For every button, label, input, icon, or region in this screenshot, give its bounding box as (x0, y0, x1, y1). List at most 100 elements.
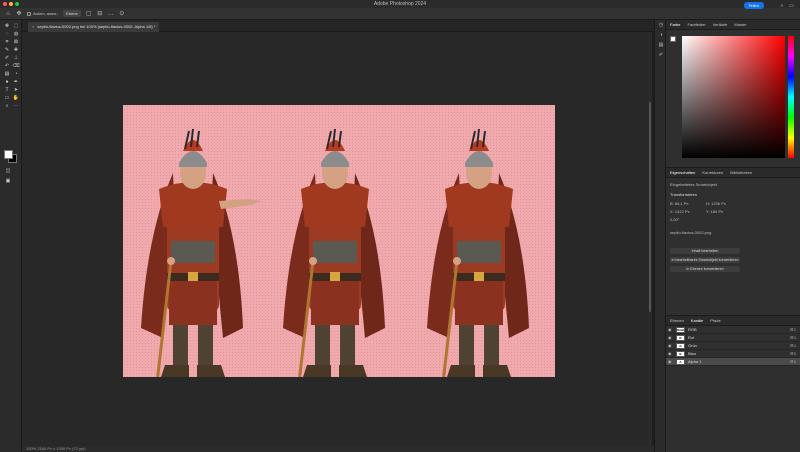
vertical-scrollbar[interactable] (648, 32, 652, 446)
move-icon[interactable]: ✥ (3, 23, 11, 30)
channel-thumbnail: B (676, 350, 685, 357)
channel-thumbnail: G (676, 342, 685, 349)
channel-name: Rot (688, 335, 695, 340)
eyedropper-icon[interactable]: ✎ (3, 47, 11, 54)
color-picker-field[interactable] (682, 36, 785, 158)
foreground-color-swatch[interactable] (4, 150, 13, 159)
3d-mode-icon[interactable]: ⊙ (119, 11, 125, 17)
minimize-icon[interactable] (9, 2, 13, 6)
channel-thumbnail: R (676, 334, 685, 341)
visibility-eye-icon[interactable]: ◉ (668, 327, 673, 332)
convert-to-layers-button[interactable]: In Ebenen konvertieren (670, 266, 740, 272)
channel-shortcut: ⌘2 (789, 327, 796, 332)
crop-icon[interactable]: ⌗ (3, 39, 11, 46)
gradient-icon[interactable]: ▤ (3, 71, 11, 78)
type-icon[interactable]: T (3, 87, 11, 94)
tab-adjustments[interactable]: Korrekturen (702, 170, 723, 175)
home-icon[interactable]: ⌂ (5, 11, 11, 17)
marquee-icon[interactable]: ⬚ (12, 23, 20, 30)
blur-icon[interactable]: ◔ (12, 71, 20, 78)
share-button[interactable]: Teilen (743, 2, 764, 9)
path-select-icon[interactable]: ➤ (12, 87, 20, 94)
tab-paths[interactable]: Pfade (710, 318, 720, 323)
x-field[interactable]: X: 1422 Px (670, 209, 690, 214)
document-tab[interactable]: × septio-flavius-0002.png bei 100% (septi… (28, 22, 160, 32)
screen-mode-icon[interactable]: ▣ (4, 178, 12, 185)
quick-select-icon[interactable]: ◍ (12, 31, 20, 38)
edit-toolbar-icon[interactable]: ⋯ (12, 103, 20, 110)
canvas-workspace[interactable] (22, 32, 652, 446)
tab-channels[interactable]: Kanäle (691, 318, 703, 323)
maximize-icon[interactable] (15, 2, 19, 6)
channel-row[interactable]: ◉ R Rot ⌘3 (666, 334, 800, 342)
layers-panel-tabs: Ebenen Kanäle Pfade (666, 316, 800, 326)
shape-icon[interactable]: ▭ (3, 95, 11, 102)
channel-row[interactable]: ◉ B Blau ⌘5 (666, 350, 800, 358)
visibility-eye-icon[interactable]: ◉ (668, 335, 673, 340)
color-panel-foreground-swatch[interactable] (670, 36, 676, 42)
channel-name: Grün (688, 343, 697, 348)
visibility-eye-icon[interactable]: ◉ (668, 359, 673, 364)
y-field[interactable]: Y: 184 Px (706, 209, 723, 214)
width-field[interactable]: B: 66,1 Px (670, 201, 688, 206)
channel-name: Blau (688, 351, 697, 356)
channels-panel: Ebenen Kanäle Pfade ◉ RGB RGB ⌘2 ◉ R Rot… (666, 316, 800, 366)
align-icon[interactable]: ⊟ (97, 11, 103, 17)
lasso-icon[interactable]: ◌ (3, 31, 11, 38)
app-title: Adobe Photoshop 2024 (373, 1, 427, 7)
smart-object-type: Eingebettetes Smartobjekt (670, 182, 717, 187)
hand-icon[interactable]: ✋ (12, 95, 20, 102)
brush-icon[interactable]: ✐ (3, 55, 11, 62)
more-options-icon[interactable]: … (108, 11, 114, 17)
channel-shortcut: ⌘3 (789, 335, 796, 340)
channel-row[interactable]: ◉ A Alpha 1 ⌘6 (666, 358, 800, 366)
color-panel: Farbe Farbfelder Verläufe Muster (666, 20, 800, 168)
search-icon[interactable]: ⌕ (780, 3, 783, 9)
angle-field[interactable]: 0,00° (670, 217, 679, 222)
move-tool-icon[interactable]: ✥ (16, 11, 22, 17)
options-right: ⌕ ▭ (780, 3, 794, 9)
dodge-icon[interactable]: ● (3, 79, 11, 86)
close-icon[interactable] (3, 2, 7, 6)
scroll-thumb[interactable] (649, 102, 651, 312)
visibility-eye-icon[interactable]: ◉ (668, 343, 673, 348)
channel-shortcut: ⌘5 (789, 351, 796, 356)
channel-row[interactable]: ◉ G Grün ⌘4 (666, 342, 800, 350)
tab-color[interactable]: Farbe (670, 22, 680, 27)
window-controls[interactable] (3, 2, 19, 6)
roman-soldier-illustration (139, 127, 531, 385)
tab-properties[interactable]: Eigenschaften (670, 170, 695, 175)
quick-mask-icon[interactable]: ◫ (4, 168, 12, 175)
document-tab-bar: × septio-flavius-0002.png bei 100% (septi… (22, 20, 654, 32)
tab-layers[interactable]: Ebenen (670, 318, 684, 323)
channel-name: Alpha 1 (688, 359, 702, 364)
panel-icon-strip: ◷ ◑ ▤ ✐ (654, 20, 666, 452)
status-bar: 100% 2160 Px x 1359 Px (72 ppi) (22, 446, 654, 452)
frame-icon[interactable]: ⊠ (12, 39, 20, 46)
title-bar: Adobe Photoshop 2024 (0, 0, 800, 8)
hue-slider[interactable] (788, 36, 794, 158)
tab-libraries[interactable]: Bibliotheken (730, 170, 752, 175)
layer-select-dropdown[interactable]: Ebene (63, 10, 81, 17)
history-brush-icon[interactable]: ↶ (3, 63, 11, 70)
pen-icon[interactable]: ✒ (12, 79, 20, 86)
document-canvas[interactable] (123, 105, 555, 385)
convert-smart-object-button[interactable]: In bearbeitbares Smartobjekt konvertiere… (670, 257, 740, 263)
visibility-eye-icon[interactable]: ◉ (668, 351, 673, 356)
close-tab-icon[interactable]: × (32, 24, 34, 29)
healing-icon[interactable]: ✚ (12, 47, 20, 54)
tab-gradients[interactable]: Verläufe (713, 22, 728, 27)
auto-select-checkbox[interactable]: Autom. ausw.: (27, 11, 58, 16)
workspace-icon[interactable]: ▭ (789, 3, 794, 9)
channel-row[interactable]: ◉ RGB RGB ⌘2 (666, 326, 800, 334)
channel-thumbnail: RGB (676, 326, 685, 333)
transform-controls-icon[interactable]: ▢ (86, 11, 92, 17)
eraser-icon[interactable]: ⌫ (12, 63, 20, 70)
tab-swatches[interactable]: Farbfelder (687, 22, 705, 27)
channel-thumbnail: A (676, 358, 685, 365)
tab-patterns[interactable]: Muster (734, 22, 746, 27)
edit-contents-button[interactable]: Inhalt bearbeiten (670, 248, 740, 254)
height-field[interactable]: H: 1236 Px (706, 201, 726, 206)
stamp-icon[interactable]: ⊥ (12, 55, 20, 62)
zoom-icon[interactable]: ⌕ (3, 103, 11, 110)
